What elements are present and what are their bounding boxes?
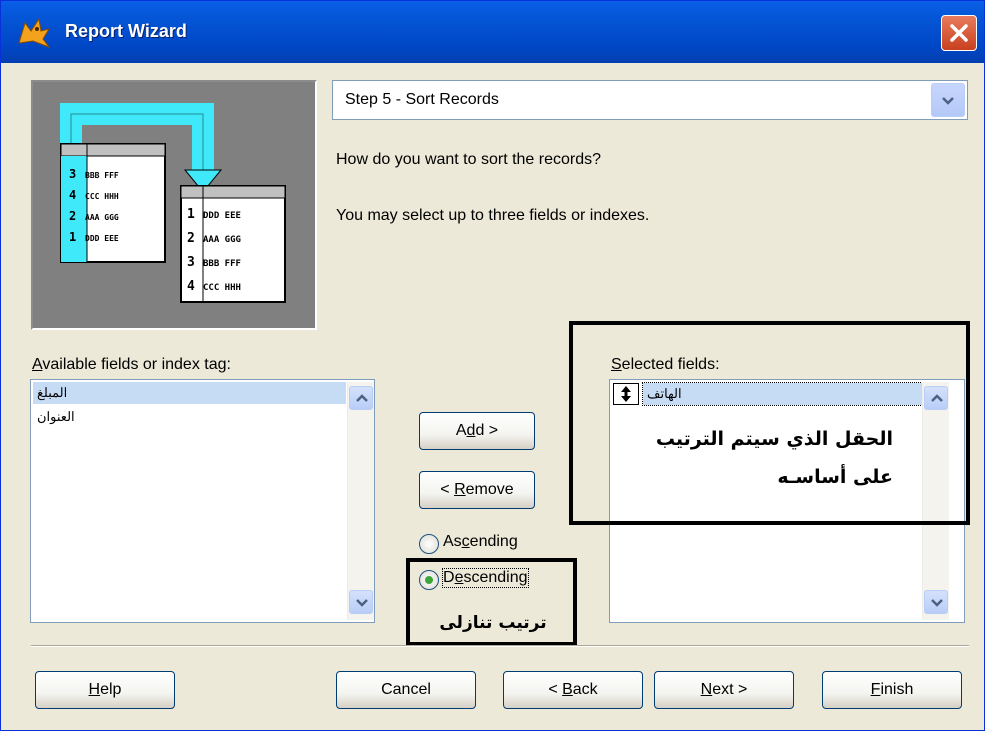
available-fields-list[interactable]: المبلغ العنوان (30, 379, 375, 623)
chevron-down-icon (942, 97, 954, 105)
foxpro-icon (18, 17, 51, 49)
preview-row-text: DDD EEE (203, 211, 241, 221)
preview-row-text: DDD EEE (85, 234, 119, 243)
report-wizard-window: Report Wizard 3 BBB FFF 4 CCC HHH 2 AAA … (0, 0, 985, 731)
next-button[interactable]: Next > (654, 671, 794, 709)
vertical-scrollbar[interactable] (347, 382, 374, 620)
preview-row-number: 2 (187, 231, 195, 246)
field-annotation-line1: الحقل الذي سيتم الترتيب (655, 428, 893, 450)
add-button[interactable]: Add > (419, 412, 535, 450)
window-title: Report Wizard (65, 21, 187, 41)
available-fields-label: Available fields or index tag: (32, 356, 231, 373)
sort-hint: You may select up to three fields or ind… (336, 207, 650, 224)
title-bar[interactable]: Report Wizard (1, 1, 984, 63)
dropdown-button[interactable] (931, 83, 965, 117)
chevron-down-icon (356, 599, 368, 607)
chevron-up-icon (356, 394, 368, 402)
preview-row-number: 4 (187, 279, 195, 294)
cancel-button[interactable]: Cancel (336, 671, 476, 709)
sort-illustration: 3 BBB FFF 4 CCC HHH 2 AAA GGG 1 DDD EEE 1 DDD EE… (60, 103, 286, 303)
unsorted-table (60, 143, 166, 263)
preview-row-text: AAA GGG (85, 213, 119, 222)
field-annotation-box: الحقل الذي سيتم الترتيب على أساسـه (569, 321, 970, 525)
preview-row-text: AAA GGG (203, 235, 241, 245)
descending-annotation-text: ترتيب تنازلى (439, 613, 547, 633)
scroll-down-button[interactable] (349, 590, 373, 614)
preview-row-number: 2 (69, 209, 76, 223)
preview-row-text: BBB FFF (85, 171, 119, 180)
step-dropdown-value: Step 5 - Sort Records (345, 91, 499, 108)
preview-row-text: CCC HHH (203, 283, 241, 293)
preview-row-number: 4 (69, 188, 76, 202)
close-button[interactable] (941, 15, 977, 51)
separator (31, 645, 969, 647)
preview-row-text: CCC HHH (85, 192, 119, 201)
sort-question: How do you want to sort the records? (336, 151, 602, 168)
finish-button[interactable]: Finish (822, 671, 962, 709)
field-annotation-line2: على أساسـه (777, 466, 893, 488)
preview-row-number: 1 (69, 230, 76, 244)
step-dropdown[interactable]: Step 5 - Sort Records (332, 80, 968, 120)
list-item[interactable]: العنوان (33, 406, 346, 428)
list-item[interactable]: المبلغ (33, 382, 346, 404)
sort-preview-image: 3 BBB FFF 4 CCC HHH 2 AAA GGG 1 DDD EEE 1 DDD EE… (31, 80, 317, 330)
preview-row-number: 3 (69, 167, 76, 181)
back-button[interactable]: < Back (503, 671, 643, 709)
help-button[interactable]: Help (35, 671, 175, 709)
descending-annotation-box: ترتيب تنازلى (406, 558, 577, 646)
preview-row-number: 1 (187, 207, 195, 222)
preview-row-text: BBB FFF (203, 259, 241, 269)
radio-circle (419, 534, 439, 554)
ascending-label: Ascending (443, 533, 518, 550)
scroll-down-button[interactable] (924, 590, 948, 614)
scroll-up-button[interactable] (349, 386, 373, 410)
remove-button[interactable]: < Remove (419, 471, 535, 509)
preview-row-number: 3 (187, 255, 195, 270)
chevron-down-icon (931, 599, 943, 607)
close-icon (950, 24, 968, 42)
